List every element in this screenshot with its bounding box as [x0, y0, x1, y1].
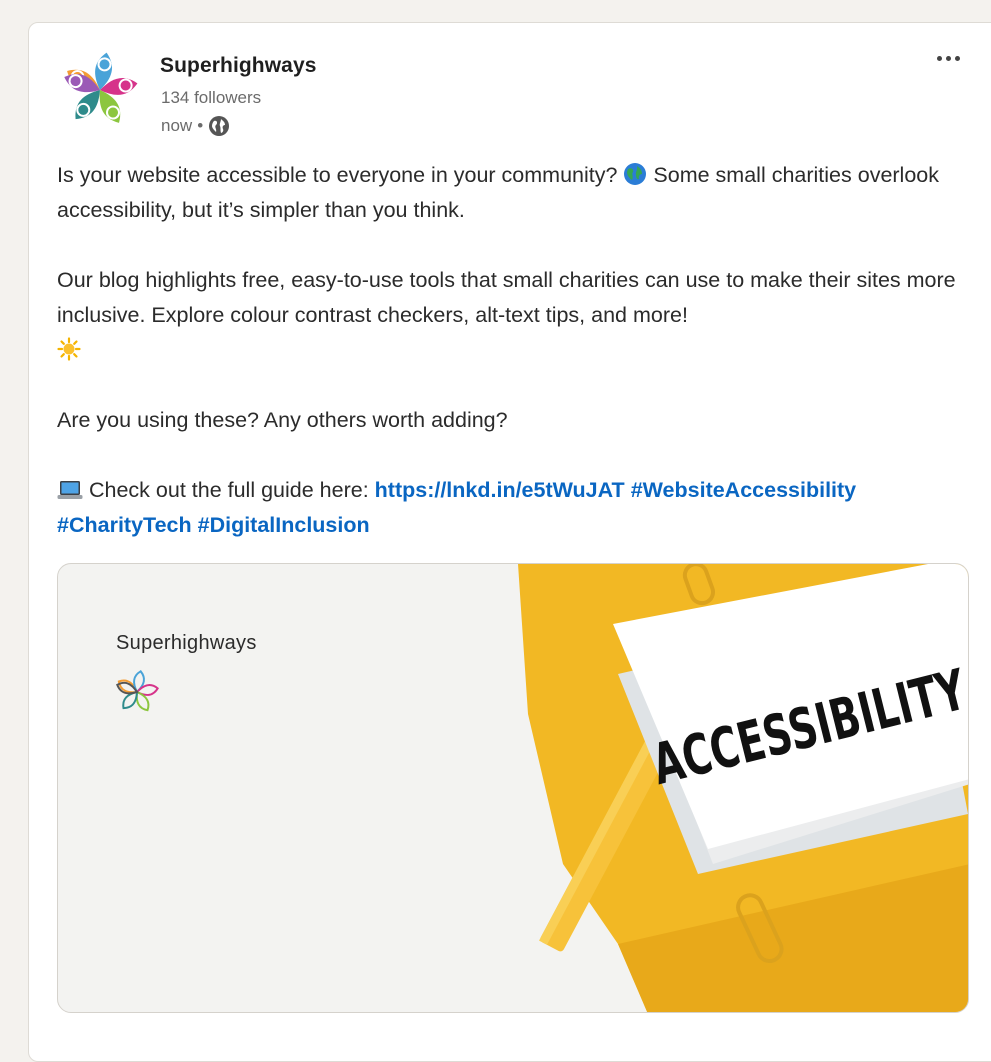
globe-emoji: [624, 163, 647, 185]
more-options-icon[interactable]: [930, 44, 966, 72]
hashtag-charity-tech[interactable]: #CharityTech: [57, 513, 192, 537]
hashtag-digital-inclusion[interactable]: #DigitalInclusion: [198, 513, 370, 537]
post-time: now: [161, 116, 193, 135]
sun-emoji: [57, 337, 81, 361]
post-paragraph-3: Are you using these? Any others worth ad…: [57, 408, 508, 432]
superhighways-logo[interactable]: [58, 48, 142, 132]
author-name[interactable]: Superhighways: [160, 54, 317, 78]
laptop-emoji: [57, 481, 83, 499]
post-paragraph-4: Check out the full guide here: https://l…: [57, 478, 857, 537]
meta-separator: •: [197, 116, 204, 135]
preview-logo-icon: [116, 670, 159, 712]
post-body: Is your website accessible to everyone i…: [57, 158, 962, 543]
post-paragraph-1: Is your website accessible to everyone i…: [57, 163, 940, 222]
guide-link[interactable]: https://lnkd.in/e5tWuJAT: [375, 478, 625, 502]
globe-icon: [209, 116, 230, 136]
post-meta: now •: [161, 115, 230, 137]
hashtag-website-accessibility[interactable]: #WebsiteAccessibility: [631, 478, 856, 502]
post-paragraph-2: Our blog highlights free, easy-to-use to…: [57, 263, 962, 368]
link-preview-image[interactable]: ACCESSIBILITY Superhighways: [57, 563, 969, 1013]
follower-count: 134 followers: [161, 88, 262, 107]
preview-brand-name: Superhighways: [116, 632, 257, 654]
